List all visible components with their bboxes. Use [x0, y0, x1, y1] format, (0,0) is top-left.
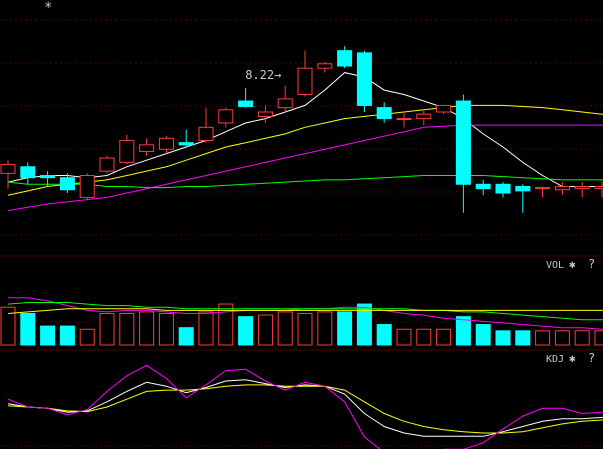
volume-bar [475, 324, 491, 346]
candle-up [396, 118, 412, 121]
volume-bar [436, 328, 452, 346]
volume-panel[interactable] [0, 297, 603, 346]
candle-down [495, 183, 511, 194]
kdj-panel[interactable] [7, 364, 603, 449]
candle-up [436, 104, 452, 113]
candle-up [416, 113, 432, 120]
volume-bar [257, 314, 273, 346]
candle-down [455, 100, 471, 185]
candle-up [198, 126, 214, 141]
candle-down [20, 166, 36, 179]
volume-bar [554, 330, 570, 346]
price-ma2-line [7, 104, 603, 196]
candle-up [218, 109, 234, 124]
vol-panel-label: VOL [546, 260, 564, 271]
kdj-k-line [7, 379, 603, 437]
candle-down [178, 142, 194, 146]
price-panel[interactable] [0, 46, 603, 213]
volume-bar [455, 316, 471, 346]
candle-up [277, 98, 293, 109]
volume-bar [20, 313, 36, 346]
volume-bar [337, 311, 353, 346]
header-marker: * [44, 0, 52, 16]
candle-down [337, 50, 353, 67]
price-ma3-line [7, 124, 603, 212]
kdj-d-line [7, 384, 603, 434]
volume-bar [198, 311, 214, 346]
volume-bar [495, 330, 511, 346]
volume-bar [277, 311, 293, 346]
candle-up [139, 144, 155, 152]
vol-help-icon[interactable]: ? [588, 257, 595, 271]
candle-down [515, 185, 531, 192]
volume-bar [99, 313, 115, 346]
candle-down [238, 100, 254, 108]
volume-bar [59, 325, 75, 346]
candle-up [79, 175, 95, 198]
candle-up [158, 137, 174, 150]
candle-up [119, 139, 135, 163]
volume-bar [515, 330, 531, 346]
candle-up [0, 164, 16, 174]
volume-bar [178, 327, 194, 346]
volume-bar [297, 313, 313, 346]
candle-down [356, 52, 372, 106]
candle-up [554, 185, 570, 191]
volume-bar [238, 316, 254, 346]
volume-bar [139, 311, 155, 346]
candle-up [594, 185, 603, 190]
vol-settings-gear-icon[interactable]: ✱ [569, 258, 576, 271]
candle-up [317, 63, 333, 69]
candle-up [99, 157, 115, 172]
kdj-panel-label: KDJ [546, 354, 564, 365]
candle-down [376, 107, 392, 120]
kdj-j-line [7, 364, 603, 449]
volume-bar [158, 313, 174, 346]
candle-up [535, 187, 551, 190]
candle-down [59, 177, 75, 191]
volume-bar [40, 325, 56, 346]
kdj-settings-gear-icon[interactable]: ✱ [569, 352, 576, 365]
volume-bar [594, 330, 603, 346]
candle-down [475, 183, 491, 190]
price-ma4-line [7, 175, 603, 189]
kdj-help-icon[interactable]: ? [588, 351, 595, 365]
candle-up [257, 111, 273, 117]
volume-bar [535, 330, 551, 346]
candle-up [574, 185, 590, 190]
volume-bar [119, 313, 135, 346]
volume-bar [416, 328, 432, 346]
volume-bar [79, 328, 95, 346]
volume-bar [396, 328, 412, 346]
high-price-annotation: 8.22→ [245, 68, 281, 82]
volume-bar [376, 324, 392, 346]
candle-down [40, 175, 56, 179]
volume-bar [317, 311, 333, 346]
candle-up [297, 67, 313, 95]
volume-bar [574, 330, 590, 346]
stock-chart: * VOL ✱ ? KDJ ✱ ? 8.22→ [0, 0, 603, 449]
